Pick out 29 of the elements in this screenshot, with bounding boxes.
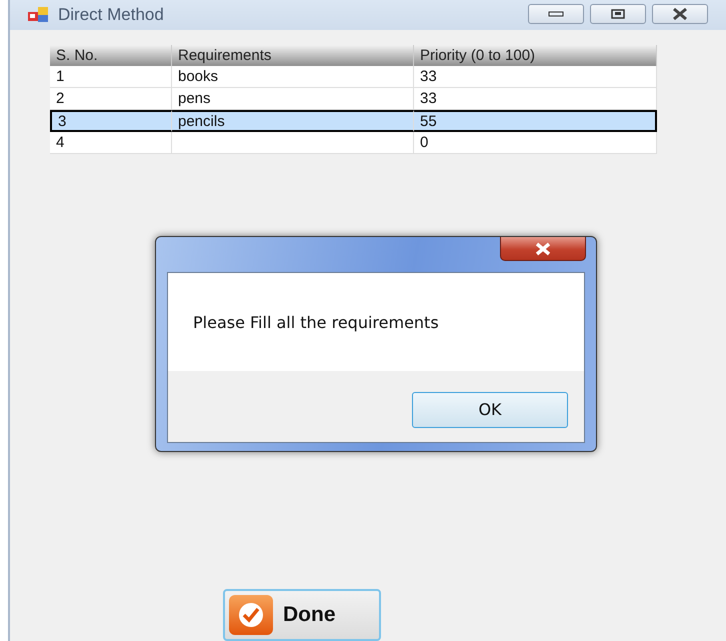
- table-cell[interactable]: 33: [414, 66, 657, 88]
- table-cell[interactable]: pens: [172, 88, 414, 110]
- table-cell[interactable]: [172, 132, 414, 154]
- app-icon: [28, 7, 50, 23]
- close-button[interactable]: [500, 237, 586, 261]
- column-header[interactable]: Priority (0 to 100): [414, 45, 657, 66]
- done-button[interactable]: Done: [223, 589, 381, 641]
- minimize-button[interactable]: [528, 4, 584, 24]
- minimize-icon: [548, 11, 564, 17]
- table-cell[interactable]: 3: [50, 110, 172, 132]
- close-button[interactable]: [652, 4, 708, 24]
- table-cell[interactable]: 1: [50, 66, 172, 88]
- maximize-button[interactable]: [590, 4, 646, 24]
- check-icon: [229, 595, 273, 635]
- table-cell[interactable]: 33: [414, 88, 657, 110]
- column-header[interactable]: Requirements: [172, 45, 414, 66]
- close-icon: [533, 242, 553, 256]
- table-cell[interactable]: books: [172, 66, 414, 88]
- column-header[interactable]: S. No.: [50, 45, 172, 66]
- table-cell[interactable]: pencils: [172, 110, 414, 132]
- table-cell[interactable]: 4: [50, 132, 172, 154]
- table-cell[interactable]: 55: [414, 110, 657, 132]
- table-cell[interactable]: 0: [414, 132, 657, 154]
- window-title: Direct Method: [58, 5, 164, 25]
- close-icon: [671, 8, 689, 20]
- maximize-icon: [611, 9, 625, 19]
- table-cell[interactable]: 2: [50, 88, 172, 110]
- ok-button[interactable]: OK: [412, 392, 568, 428]
- dialog-message: Please Fill all the requirements: [193, 312, 439, 332]
